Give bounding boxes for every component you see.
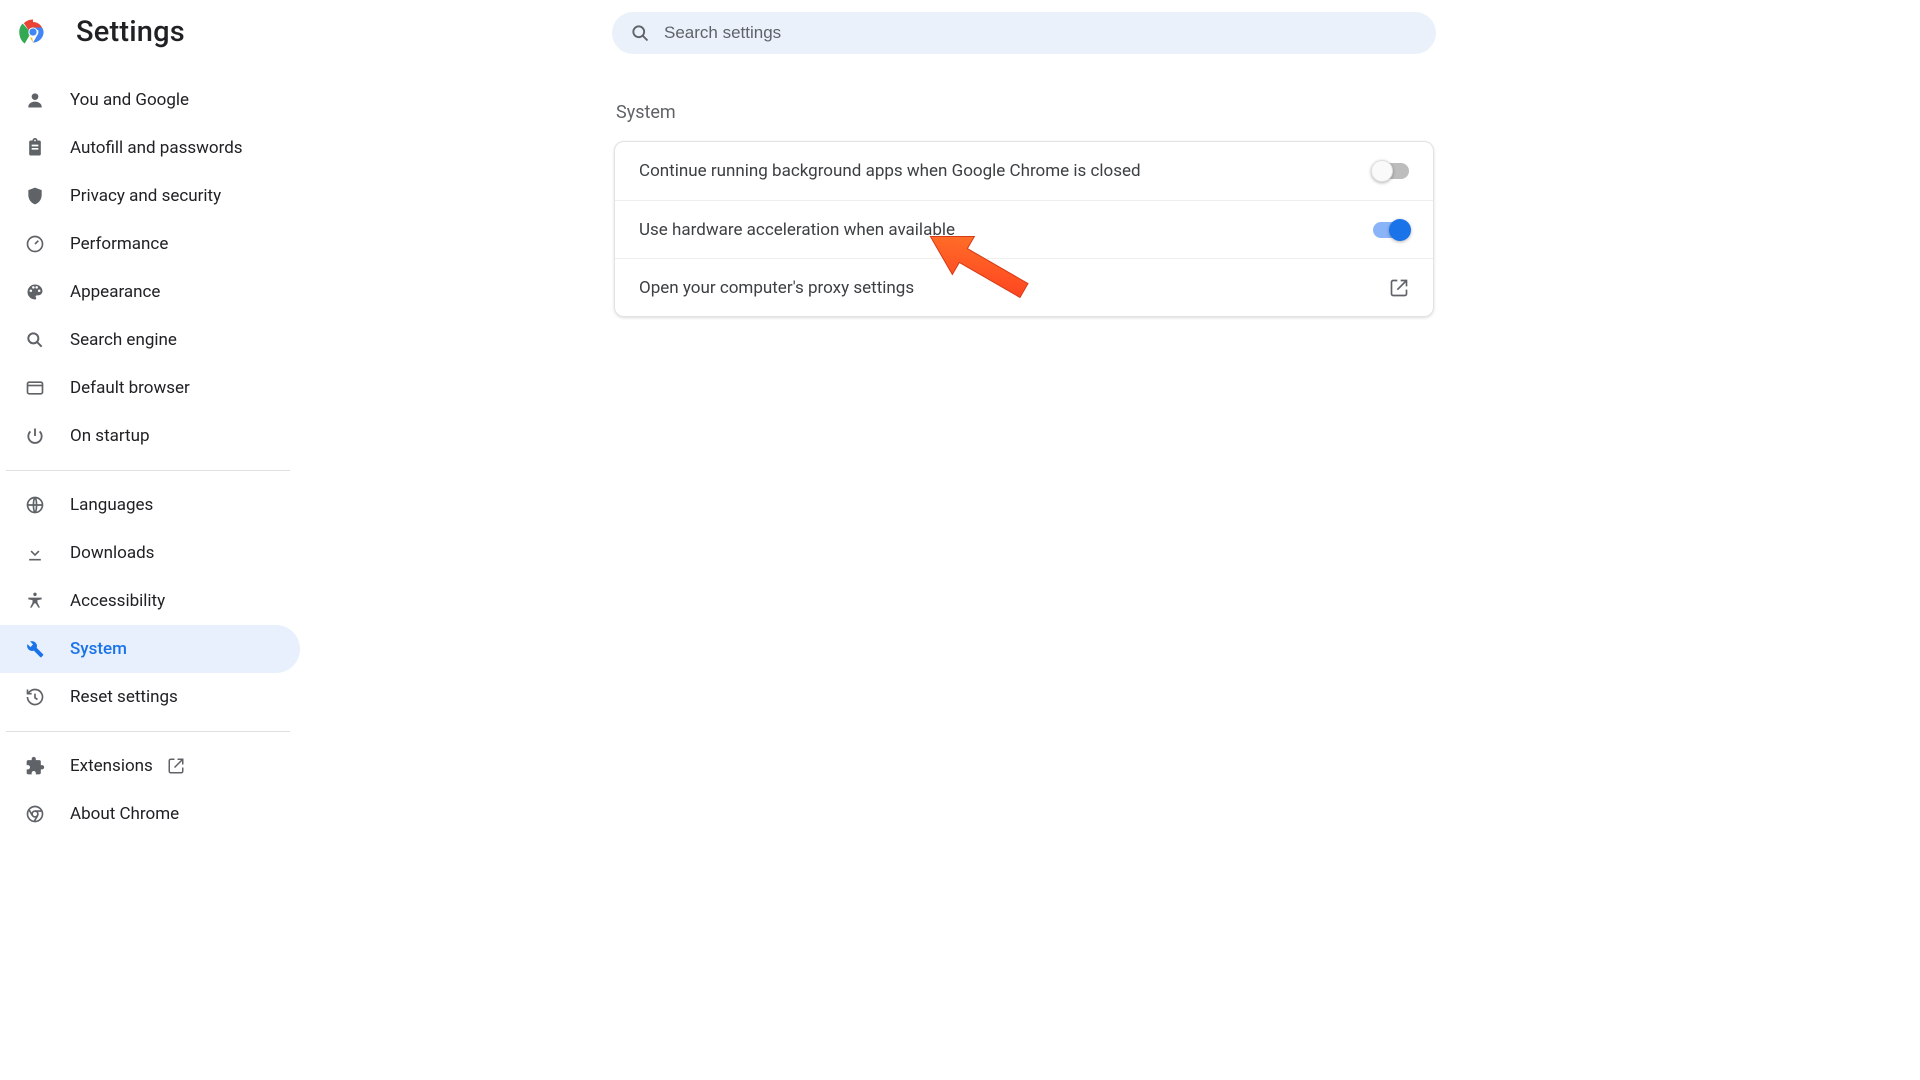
- open-external-icon: [167, 757, 185, 775]
- clipboard-icon: [24, 137, 46, 159]
- browser-window-icon: [24, 377, 46, 399]
- search-input[interactable]: [664, 23, 1418, 43]
- sidebar-item-privacy[interactable]: Privacy and security: [0, 172, 300, 220]
- sidebar-item-default-browser[interactable]: Default browser: [0, 364, 300, 412]
- sidebar-item-label: Languages: [70, 495, 153, 515]
- sidebar-item-label: Search engine: [70, 330, 177, 350]
- palette-icon: [24, 281, 46, 303]
- chrome-logo-icon: [18, 17, 48, 47]
- section-title: System: [616, 102, 1434, 123]
- settings-card: Continue running background apps when Go…: [614, 141, 1434, 317]
- speedometer-icon: [24, 233, 46, 255]
- sidebar-item-system[interactable]: System: [0, 625, 300, 673]
- nav-divider: [6, 731, 290, 732]
- puzzle-icon: [24, 755, 46, 777]
- sidebar-item-autofill[interactable]: Autofill and passwords: [0, 124, 300, 172]
- setting-label: Use hardware acceleration when available: [639, 220, 955, 240]
- sidebar-item-label: Default browser: [70, 378, 190, 398]
- history-icon: [24, 686, 46, 708]
- sidebar-item-label: Autofill and passwords: [70, 138, 243, 158]
- sidebar-item-appearance[interactable]: Appearance: [0, 268, 300, 316]
- sidebar-item-label: Performance: [70, 234, 168, 254]
- accessibility-icon: [24, 590, 46, 612]
- globe-icon: [24, 494, 46, 516]
- sidebar-item-languages[interactable]: Languages: [0, 481, 300, 529]
- wrench-icon: [24, 638, 46, 660]
- sidebar-item-performance[interactable]: Performance: [0, 220, 300, 268]
- sidebar-item-on-startup[interactable]: On startup: [0, 412, 300, 460]
- setting-label: Continue running background apps when Go…: [639, 161, 1141, 181]
- toggle-background-apps[interactable]: [1373, 163, 1409, 179]
- sidebar-item-about-chrome[interactable]: About Chrome: [0, 790, 300, 838]
- sidebar-item-label: You and Google: [70, 90, 189, 110]
- app-title: Settings: [76, 15, 185, 49]
- sidebar-item-label: Extensions: [70, 756, 153, 776]
- setting-label: Open your computer's proxy settings: [639, 278, 914, 298]
- sidebar-item-you-and-google[interactable]: You and Google: [0, 76, 300, 124]
- sidebar-item-label: System: [70, 639, 127, 659]
- sidebar: You and Google Autofill and passwords Pr…: [0, 70, 300, 838]
- sidebar-item-label: On startup: [70, 426, 150, 446]
- chrome-outline-icon: [24, 803, 46, 825]
- main-content: System Continue running background apps …: [614, 96, 1434, 317]
- sidebar-item-label: Downloads: [70, 543, 154, 563]
- setting-row-background-apps: Continue running background apps when Go…: [615, 142, 1433, 200]
- sidebar-item-label: Accessibility: [70, 591, 165, 611]
- sidebar-item-label: Privacy and security: [70, 186, 221, 206]
- search-settings[interactable]: [612, 12, 1436, 54]
- search-icon: [24, 329, 46, 351]
- sidebar-item-downloads[interactable]: Downloads: [0, 529, 300, 577]
- download-icon: [24, 542, 46, 564]
- toggle-hardware-accel[interactable]: [1373, 222, 1409, 238]
- sidebar-item-reset[interactable]: Reset settings: [0, 673, 300, 721]
- setting-row-proxy[interactable]: Open your computer's proxy settings: [615, 258, 1433, 316]
- person-icon: [24, 89, 46, 111]
- power-icon: [24, 425, 46, 447]
- open-external-icon: [1389, 278, 1409, 298]
- sidebar-item-search-engine[interactable]: Search engine: [0, 316, 300, 364]
- sidebar-item-label: Reset settings: [70, 687, 178, 707]
- shield-icon: [24, 185, 46, 207]
- sidebar-item-label: Appearance: [70, 282, 160, 302]
- search-icon: [630, 23, 650, 43]
- setting-row-hardware-accel: Use hardware acceleration when available: [615, 200, 1433, 258]
- nav-divider: [6, 470, 290, 471]
- sidebar-item-extensions[interactable]: Extensions: [0, 742, 300, 790]
- sidebar-item-label: About Chrome: [70, 804, 179, 824]
- sidebar-item-accessibility[interactable]: Accessibility: [0, 577, 300, 625]
